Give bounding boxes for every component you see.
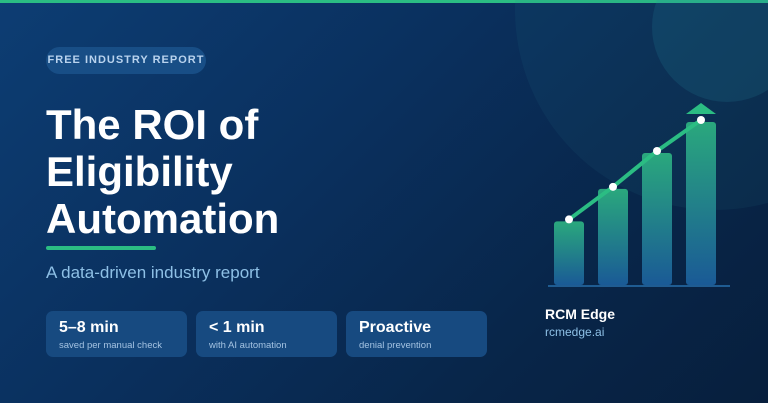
stat-card-ai-automation: < 1 min with AI automation: [196, 311, 337, 357]
stat-card-denial-prevention: Proactive denial prevention: [346, 311, 487, 357]
chart-bar: [598, 188, 628, 285]
stat-card-time-saved: 5–8 min saved per manual check: [46, 311, 187, 357]
brand-url: rcmedge.ai: [545, 325, 605, 339]
promo-banner: FREE INDUSTRY REPORT The ROI of Eligibil…: [0, 0, 768, 403]
chart-bar: [554, 221, 584, 285]
title-line-2: Eligibility: [46, 148, 233, 195]
brand-name: RCM Edge: [545, 306, 615, 322]
chart-bar: [686, 122, 716, 285]
title-line-1: The ROI of: [46, 101, 259, 148]
title-line-3: Automation: [46, 195, 280, 242]
stat-value: Proactive: [359, 319, 432, 336]
stat-value: < 1 min: [209, 319, 265, 336]
growth-chart-icon: [548, 103, 730, 287]
stat-label: saved per manual check: [59, 340, 162, 351]
report-badge: FREE INDUSTRY REPORT: [46, 47, 206, 74]
page-title: The ROI of Eligibility Automation: [46, 101, 376, 242]
title-underline: [46, 246, 156, 250]
chart-point: [697, 116, 705, 124]
trend-line: [567, 118, 703, 222]
stat-label: denial prevention: [359, 340, 432, 351]
chart-bar: [642, 152, 672, 285]
chart-point: [609, 182, 617, 191]
chart-point: [565, 215, 573, 224]
stat-value: 5–8 min: [59, 319, 119, 336]
stat-label: with AI automation: [209, 340, 287, 351]
chart-point: [653, 146, 661, 155]
trend-arrow-icon: [686, 103, 716, 114]
subtitle: A data-driven industry report: [46, 263, 260, 282]
